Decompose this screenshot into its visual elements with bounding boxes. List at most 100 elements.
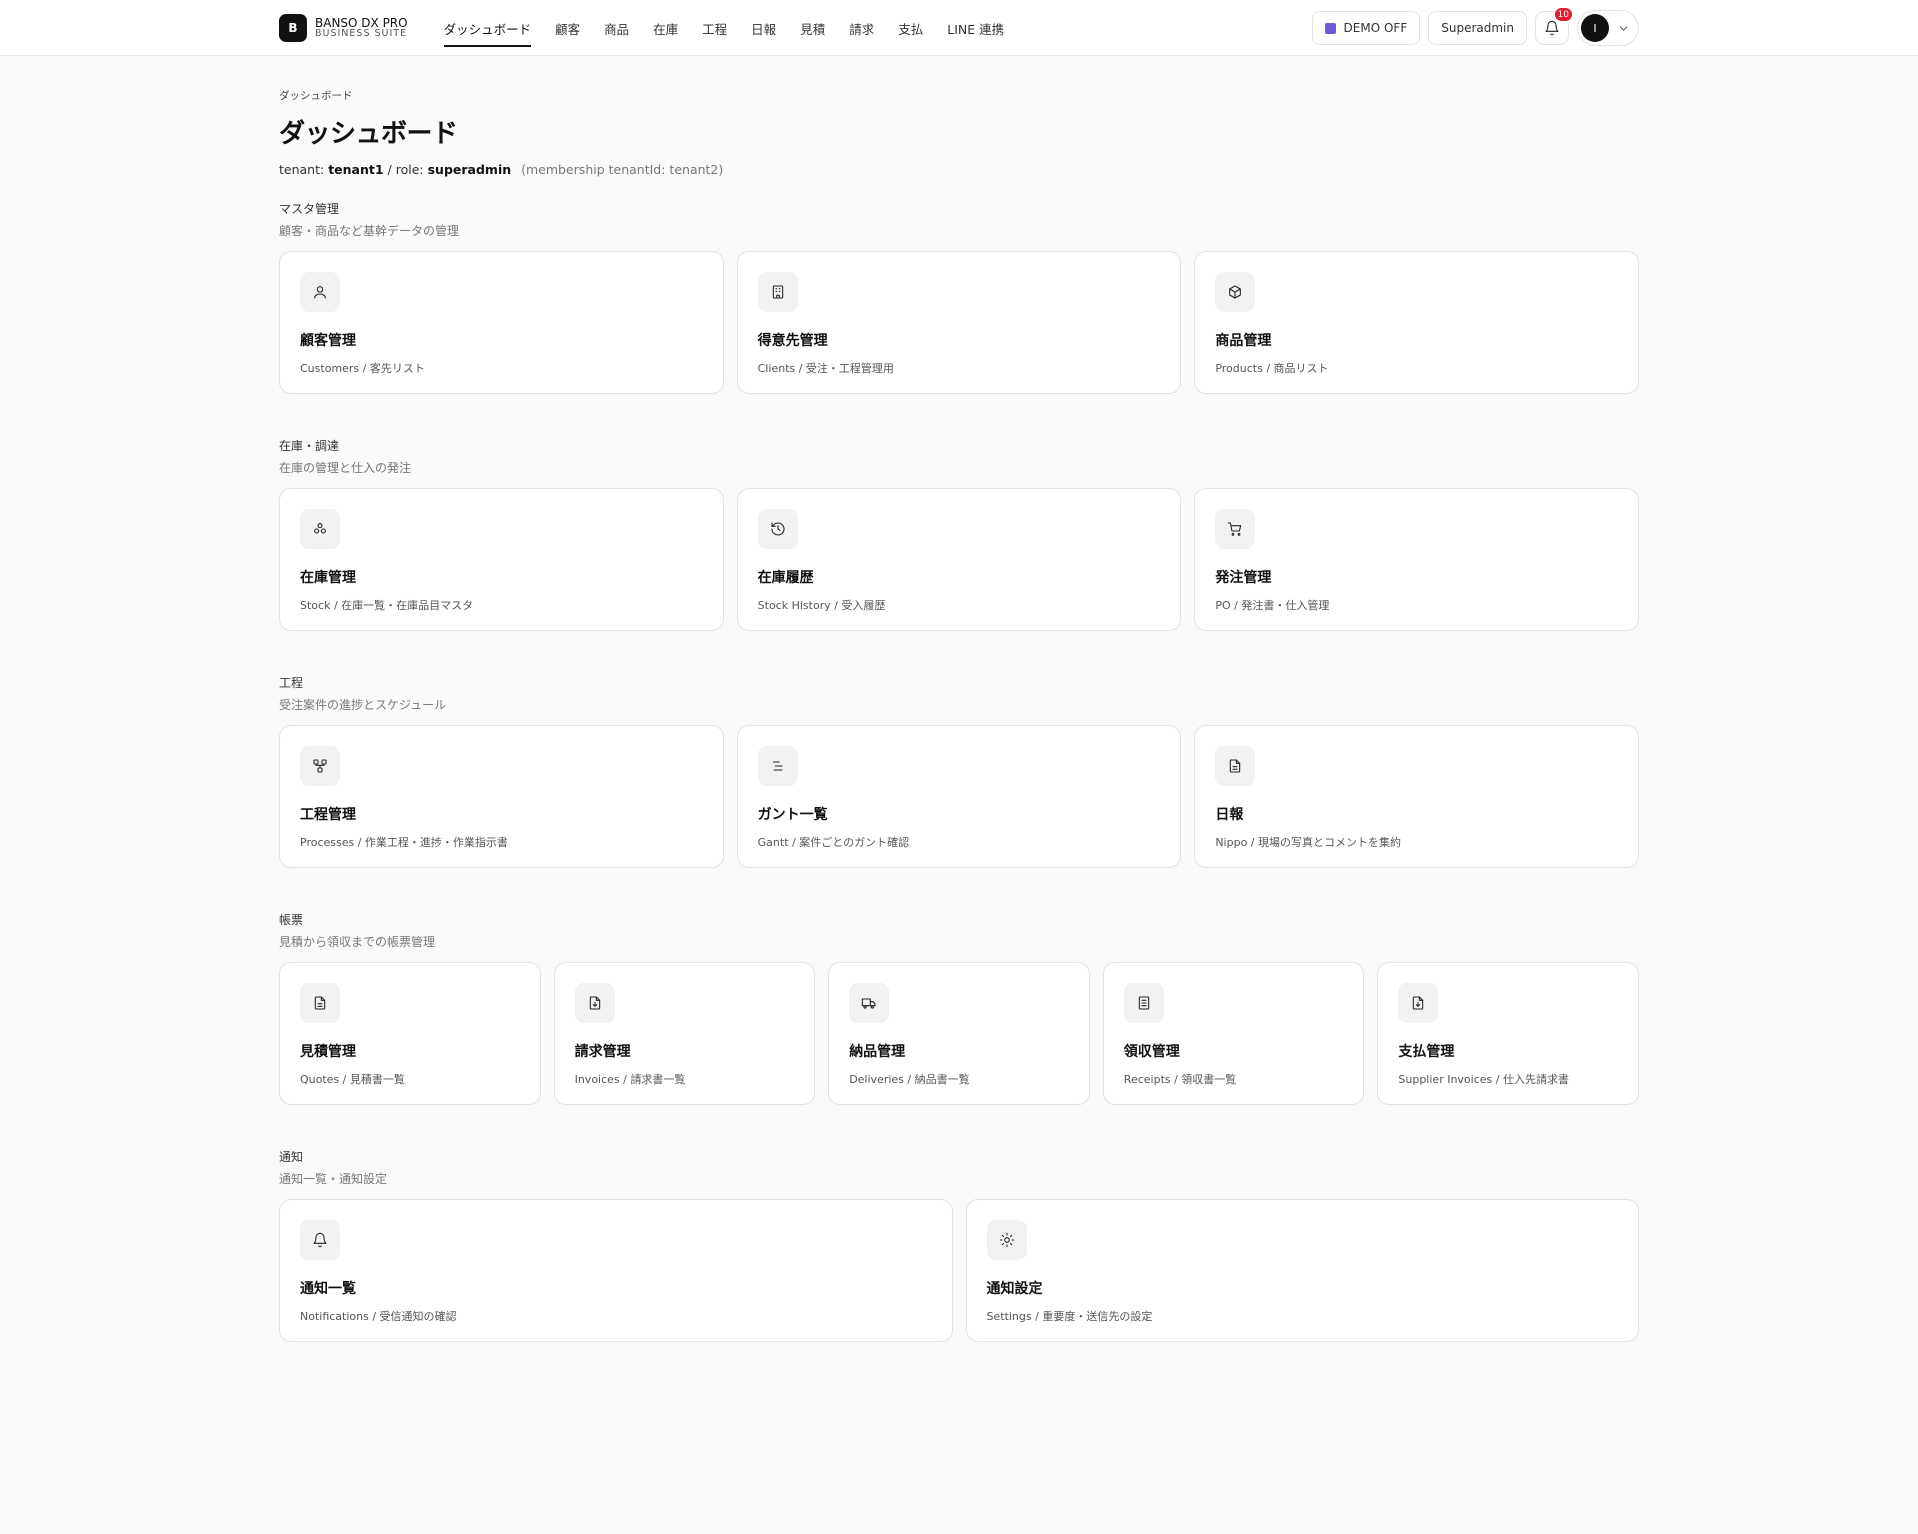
card-title: 支払管理 bbox=[1398, 1044, 1455, 1060]
box-icon bbox=[1229, 285, 1242, 299]
nav-customers[interactable]: 顧客 bbox=[555, 0, 580, 56]
demo-toggle-button[interactable]: DEMO OFF bbox=[1311, 11, 1421, 45]
receipt-icon bbox=[1138, 996, 1149, 1010]
card-deliveries[interactable]: 納品管理 Deliveries / 納品書一覧 bbox=[828, 962, 1090, 1105]
card-quotes[interactable]: 見積管理 Quotes / 見積書一覧 bbox=[279, 962, 541, 1105]
card-subtitle: Quotes / 見積書一覧 bbox=[300, 1073, 405, 1086]
card-clients[interactable]: 得意先管理 Clients / 受注・工程管理用 bbox=[736, 251, 1182, 394]
notification-count-badge: 10 bbox=[1552, 6, 1574, 23]
card-title: 工程管理 bbox=[300, 807, 356, 823]
building-icon bbox=[772, 285, 783, 299]
card-title: 領収管理 bbox=[1123, 1044, 1180, 1060]
membership-note: (membership tenantId: tenant2) bbox=[521, 162, 724, 177]
main-content: ダッシュボード ダッシュボード tenant: tenant1 / role: … bbox=[279, 88, 1639, 1342]
boxes-icon bbox=[314, 523, 326, 534]
card-purchase-orders[interactable]: 発注管理 PO / 発注書・仕入管理 bbox=[1194, 488, 1639, 631]
nav-processes[interactable]: 工程 bbox=[702, 0, 727, 56]
card-supplier-invoices[interactable]: 支払管理 Supplier Invoices / 仕入先請求書 bbox=[1377, 962, 1639, 1105]
file-text-icon bbox=[1230, 759, 1241, 773]
gantt-icon bbox=[772, 761, 783, 771]
card-customers[interactable]: 顧客管理 Customers / 客先リスト bbox=[279, 251, 724, 394]
card-title: 在庫管理 bbox=[300, 570, 356, 586]
section-notifications: 通知 通知一覧・通知設定 通知一覧 Notifications / 受信通知の確… bbox=[279, 1148, 1639, 1342]
brand-logo[interactable]: B bbox=[279, 14, 307, 42]
card-title: 得意先管理 bbox=[757, 333, 828, 349]
header-controls: DEMO OFF Superadmin 10 I bbox=[1311, 6, 1639, 46]
nav-quotes[interactable]: 見積 bbox=[800, 0, 825, 56]
card-title: 納品管理 bbox=[849, 1044, 906, 1060]
user-icon bbox=[314, 286, 326, 299]
user-menu-button[interactable]: I bbox=[1577, 10, 1639, 46]
card-subtitle: Nippo / 現場の写真とコメントを集約 bbox=[1215, 836, 1402, 849]
clapperboard-icon bbox=[1324, 22, 1336, 34]
file-lines-icon bbox=[314, 996, 326, 1010]
file-download-icon bbox=[1413, 996, 1424, 1010]
card-stock-history[interactable]: 在庫履歴 Stock History / 受入履歴 bbox=[736, 488, 1182, 631]
nav-line-integration[interactable]: LINE 連携 bbox=[947, 0, 1004, 56]
section-documents: 帳票 見積から領収までの帳票管理 見積管理 Quotes / 見積書一覧 請求管… bbox=[279, 911, 1639, 1105]
card-subtitle: Settings / 重要度・送信先の設定 bbox=[986, 1310, 1153, 1323]
card-receipts[interactable]: 領収管理 Receipts / 領収書一覧 bbox=[1102, 962, 1365, 1105]
card-subtitle: Notifications / 受信通知の確認 bbox=[300, 1310, 457, 1323]
card-title: ガント一覧 bbox=[757, 807, 828, 823]
chevron-down-icon bbox=[1619, 25, 1628, 31]
section-subtitle: 見積から領収までの帳票管理 bbox=[279, 935, 436, 949]
nav-nippo[interactable]: 日報 bbox=[751, 0, 776, 56]
card-title: 通知一覧 bbox=[300, 1281, 356, 1297]
tenant-label: tenant: bbox=[279, 162, 325, 177]
card-title: 通知設定 bbox=[986, 1281, 1043, 1297]
nav-invoices[interactable]: 請求 bbox=[849, 0, 874, 56]
card-subtitle: Deliveries / 納品書一覧 bbox=[849, 1073, 970, 1086]
card-title: 見積管理 bbox=[300, 1044, 356, 1060]
nav-payments[interactable]: 支払 bbox=[898, 0, 923, 56]
nav-stock[interactable]: 在庫 bbox=[653, 0, 678, 56]
role-value: superadmin bbox=[427, 162, 512, 177]
section-title: 工程 bbox=[279, 676, 304, 690]
section-title: 通知 bbox=[279, 1150, 304, 1164]
workflow-icon bbox=[313, 759, 327, 773]
card-title: 顧客管理 bbox=[300, 333, 356, 349]
notifications-button[interactable]: 10 bbox=[1535, 6, 1574, 45]
truck-icon bbox=[861, 998, 876, 1009]
card-subtitle: Invoices / 請求書一覧 bbox=[574, 1073, 686, 1086]
top-navigation-bar: B BANSO DX PRO BUSINESS SUITE ダッシュボード 顧客… bbox=[0, 0, 1918, 56]
nav-dashboard[interactable]: ダッシュボード bbox=[443, 0, 531, 56]
nav-products[interactable]: 商品 bbox=[604, 0, 629, 56]
card-subtitle: Gantt / 案件ごとのガント確認 bbox=[757, 836, 910, 849]
section-process: 工程 受注案件の進捗とスケジュール 工程管理 Processes / 作業工程・… bbox=[279, 674, 1639, 868]
card-subtitle: Customers / 客先リスト bbox=[300, 362, 425, 375]
brand-subtitle: BUSINESS SUITE bbox=[315, 28, 408, 40]
breadcrumb: ダッシュボード bbox=[279, 90, 353, 102]
card-subtitle: Clients / 受注・工程管理用 bbox=[757, 362, 894, 375]
sun-settings-icon bbox=[999, 1232, 1014, 1248]
card-nippo[interactable]: 日報 Nippo / 現場の写真とコメントを集約 bbox=[1194, 725, 1639, 868]
card-title: 商品管理 bbox=[1215, 333, 1272, 349]
bell-icon bbox=[313, 1232, 327, 1248]
tenant-value: tenant1 bbox=[328, 162, 384, 177]
history-icon bbox=[771, 522, 785, 536]
card-subtitle: Supplier Invoices / 仕入先請求書 bbox=[1398, 1073, 1569, 1086]
section-subtitle: 受注案件の進捗とスケジュール bbox=[279, 698, 447, 712]
card-notification-settings[interactable]: 通知設定 Settings / 重要度・送信先の設定 bbox=[965, 1199, 1639, 1342]
card-subtitle: Stock / 在庫一覧・在庫品目マスタ bbox=[300, 599, 474, 612]
section-subtitle: 顧客・商品など基幹データの管理 bbox=[279, 224, 460, 238]
section-master: マスタ管理 顧客・商品など基幹データの管理 顧客管理 Customers / 客… bbox=[279, 200, 1639, 394]
card-processes[interactable]: 工程管理 Processes / 作業工程・進捗・作業指示書 bbox=[279, 725, 724, 868]
page-title: ダッシュボード bbox=[279, 119, 458, 149]
file-download-icon bbox=[589, 996, 600, 1010]
card-stock[interactable]: 在庫管理 Stock / 在庫一覧・在庫品目マスタ bbox=[279, 488, 724, 631]
card-subtitle: Stock History / 受入履歴 bbox=[757, 599, 886, 612]
card-title: 在庫履歴 bbox=[757, 570, 814, 586]
brand[interactable]: BANSO DX PRO BUSINESS SUITE bbox=[315, 17, 408, 40]
card-gantt[interactable]: ガント一覧 Gantt / 案件ごとのガント確認 bbox=[736, 725, 1182, 868]
section-title: 帳票 bbox=[279, 913, 304, 927]
section-subtitle: 在庫の管理と仕入の発注 bbox=[279, 461, 412, 475]
card-subtitle: PO / 発注書・仕入管理 bbox=[1215, 599, 1330, 612]
card-subtitle: Products / 商品リスト bbox=[1215, 362, 1329, 375]
card-subtitle: Processes / 作業工程・進捗・作業指示書 bbox=[300, 836, 508, 849]
card-notifications[interactable]: 通知一覧 Notifications / 受信通知の確認 bbox=[279, 1199, 953, 1342]
card-invoices[interactable]: 請求管理 Invoices / 請求書一覧 bbox=[553, 962, 816, 1105]
role-button[interactable]: Superadmin bbox=[1428, 11, 1527, 45]
card-title: 請求管理 bbox=[574, 1044, 631, 1060]
card-products[interactable]: 商品管理 Products / 商品リスト bbox=[1194, 251, 1639, 394]
